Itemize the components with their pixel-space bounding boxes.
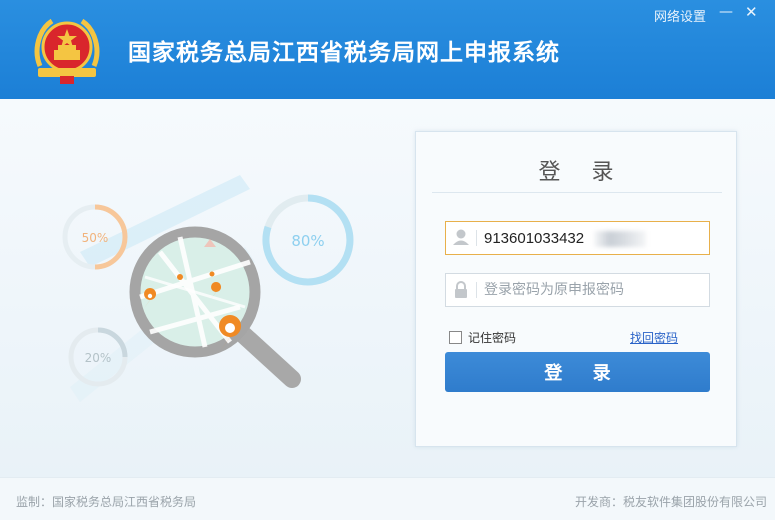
field-separator [476,230,477,246]
gauge-20-label: 20% [85,351,112,365]
national-emblem-icon [34,18,100,84]
main-area: 50% 80% 20% 登 录 913601033432 记住密码 找回密码 登… [0,99,775,477]
lock-icon [455,281,467,298]
gauge-80-label: 80% [291,232,324,250]
divider [432,192,722,193]
remember-password-label: 记住密码 [468,331,517,345]
login-panel: 登 录 记住密码 找回密码 登 录 [415,131,737,447]
app-title: 国家税务总局江西省税务局网上申报系统 [128,40,560,66]
developer-text: 开发商：税友软件集团股份有限公司 [574,495,767,509]
password-field[interactable] [445,273,710,307]
remember-password-checkbox[interactable] [449,331,462,344]
network-settings-button[interactable]: 网络设置 [654,6,706,25]
redacted-digits [594,231,646,247]
footer: 监制：国家税务总局江西省税务局 开发商：税友软件集团股份有限公司 [0,477,775,520]
username-field[interactable] [445,221,710,255]
title-bar: 国家税务总局江西省税务局网上申报系统 网络设置 — ✕ [0,0,775,99]
password-input[interactable] [484,279,704,301]
gauge-50-label: 50% [82,231,109,245]
minimize-button[interactable]: — [719,4,733,20]
remember-password-toggle[interactable]: 记住密码 [449,329,516,346]
login-title: 登 录 [538,160,626,185]
login-button[interactable]: 登 录 [445,352,710,392]
search-illustration: 50% 80% 20% [62,175,354,402]
close-button[interactable]: ✕ [745,3,758,21]
forgot-password-link[interactable]: 找回密码 [630,329,678,346]
supervisor-text: 监制：国家税务总局江西省税务局 [16,495,197,509]
user-icon [453,229,469,245]
field-separator [476,282,477,298]
